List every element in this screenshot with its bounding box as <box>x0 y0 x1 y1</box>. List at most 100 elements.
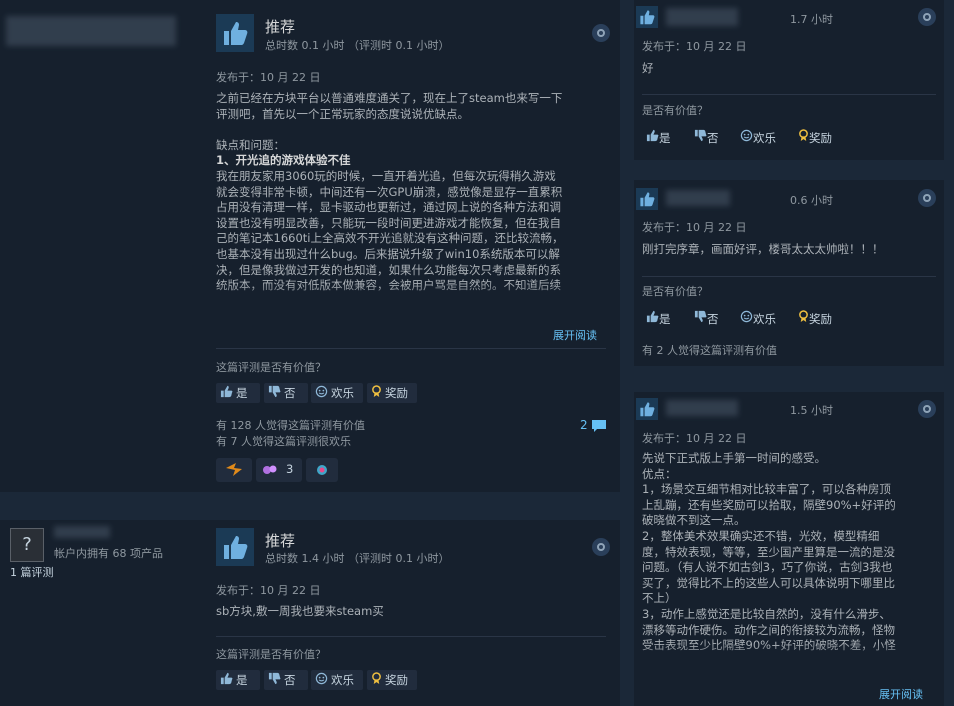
award-icon <box>371 671 382 691</box>
award-reaction[interactable] <box>306 458 338 482</box>
award-icon <box>371 384 382 404</box>
divider <box>216 636 606 637</box>
award-reaction[interactable]: 3 <box>256 458 302 482</box>
body-line: 评测吧，首先以一个正常玩家的态度说说优缺点。 <box>216 106 469 121</box>
body-line: 设置也没有明显改善，只能玩一段时间更进游戏才能恢复，但在我自 <box>216 215 561 230</box>
side-review-card: 0.6 小时 发布于：10 月 22 日 刚打完序章，画面好评，楼哥太太太帅啦！… <box>634 180 944 366</box>
smiley-icon <box>315 384 328 404</box>
body-line: 2，整体美术效果确实还不错，光效，模型精细 <box>642 528 880 543</box>
vote-funny-button[interactable]: 欢乐 <box>311 383 363 403</box>
body-line: 占用没有清理一样，显卡驱动也更新过，通过网上说的各种方法和调 <box>216 200 561 215</box>
award-label: 奖励 <box>809 312 832 326</box>
thumbs-up-icon <box>636 398 658 420</box>
vote-no-button[interactable]: 否 <box>264 670 308 690</box>
smiley-icon <box>315 671 328 691</box>
vote-yes-label: 是 <box>659 312 671 326</box>
award-button[interactable]: 奖励 <box>367 383 417 403</box>
review-hours: 1.5 小时 <box>790 404 833 417</box>
body-line: 优点： <box>642 466 677 481</box>
vote-no-label: 否 <box>284 673 296 687</box>
vote-yes-button[interactable]: 是 <box>216 670 260 690</box>
steam-logo-icon <box>918 8 936 26</box>
read-more-link[interactable]: 展开阅读 <box>553 327 597 343</box>
body-line: 之前已经在方块平台以普通难度通关了，现在上了steam也来写一下 <box>216 91 563 105</box>
body-line: 1、开光追的游戏体验不佳 <box>216 153 616 169</box>
steam-logo-icon <box>592 24 610 42</box>
review-body: 好 <box>642 61 654 75</box>
thumbs-down-icon <box>694 310 707 326</box>
vote-funny-label: 欢乐 <box>753 312 776 326</box>
review-posted-date: 发布于：10 月 22 日 <box>642 432 747 445</box>
thumbs-up-icon <box>646 310 659 326</box>
body-line: 也基本没有出现过什么bug。后来据说升级了win10系统版本可以解 <box>216 246 560 261</box>
vote-no-button[interactable]: 否 <box>694 129 719 146</box>
body-line: 决，但是像我做过开发的也知道，如果什么功能每次只考虑最新的系 <box>216 262 561 277</box>
thumbs-down-icon <box>268 671 281 691</box>
body-line: 先说下正式版上手第一时间的感受。 <box>642 451 826 465</box>
award-label: 奖励 <box>385 386 408 400</box>
vote-yes-button[interactable]: 是 <box>646 129 671 146</box>
thumbs-up-icon <box>636 188 658 210</box>
award-button[interactable]: 奖励 <box>798 310 832 327</box>
body-heading: 1、开光追的游戏体验不佳 <box>216 153 351 168</box>
review-posted-date: 发布于：10 月 22 日 <box>216 71 321 84</box>
body-fade <box>642 643 938 669</box>
award-icon <box>798 129 809 145</box>
divider <box>642 94 936 95</box>
smiley-icon <box>740 129 753 145</box>
body-fade <box>216 283 616 309</box>
funny-count: 有 7 人觉得这篇评测很欢乐 <box>216 435 351 448</box>
comment-count[interactable]: 2 <box>580 418 588 432</box>
reviewer-name-blurred <box>6 16 176 46</box>
body-line: 就会变得非常卡顿，中间还有一次GPU崩溃，感觉像是显存一直累积 <box>216 184 563 199</box>
divider <box>642 276 936 277</box>
vote-yes-button[interactable]: 是 <box>216 383 260 403</box>
reviewer-name-blurred <box>666 8 738 26</box>
body-line: 度，特效表现，等等，至少国产里算是一流的是没 <box>642 544 895 559</box>
thumbs-down-icon <box>268 384 281 404</box>
award-reaction[interactable] <box>216 458 252 482</box>
thumbs-up-icon <box>646 129 659 145</box>
body-line: 缺点和问题： <box>216 137 285 152</box>
award-label: 奖励 <box>385 673 408 687</box>
review-body: 之前已经在方块平台以普通难度通关了，现在上了steam也来写一下 评测吧，首先以… <box>216 91 616 309</box>
body-line: 3，动作上感觉还是比较自然的，没有什么滑步、 <box>642 606 891 621</box>
steam-logo-icon <box>918 189 936 207</box>
smiley-icon <box>740 310 753 326</box>
thumbs-up-icon <box>220 384 233 404</box>
award-button[interactable]: 奖励 <box>798 129 832 146</box>
reviewer-name-blurred <box>54 526 110 538</box>
body-line: 不上） <box>642 591 677 606</box>
award-icon <box>798 310 809 326</box>
body-line: 破晓做不到这一点。 <box>642 513 746 528</box>
review-posted-date: 发布于：10 月 22 日 <box>642 221 747 234</box>
divider <box>216 348 606 349</box>
vote-funny-button[interactable]: 欢乐 <box>311 670 363 690</box>
helpful-question: 这篇评测是否有价值？ <box>216 361 326 374</box>
orb-icon <box>317 465 327 475</box>
review-posted-date: 发布于：10 月 22 日 <box>642 40 747 53</box>
reviewer-avatar[interactable]: ? <box>10 528 44 562</box>
body-line: 问题。（有人说不如古剑3，巧了你说，古剑3我也 <box>642 560 893 575</box>
vote-funny-button[interactable]: 欢乐 <box>740 310 776 327</box>
vote-no-button[interactable]: 否 <box>264 383 308 403</box>
review-body: 先说下正式版上手第一时间的感受。 优点： 1，场景交互细节相对比较丰富了，可以各… <box>642 451 938 669</box>
comment-icon[interactable] <box>591 418 607 437</box>
avatar-placeholder: ? <box>22 534 32 555</box>
vote-funny-label: 欢乐 <box>331 386 354 400</box>
vote-yes-label: 是 <box>236 386 248 400</box>
flame-icon <box>226 463 242 476</box>
body-line: 己的笔记本1660ti上全高效不开光追就没有这种问题，还比较流畅， <box>216 231 564 246</box>
award-button[interactable]: 奖励 <box>367 670 417 690</box>
helpful-question: 是否有价值？ <box>642 104 708 117</box>
vote-no-button[interactable]: 否 <box>694 310 719 327</box>
award-label: 奖励 <box>809 131 832 145</box>
vote-funny-button[interactable]: 欢乐 <box>740 129 776 146</box>
helpful-question: 是否有价值？ <box>642 285 708 298</box>
review-count[interactable]: 1 篇评测 <box>10 565 54 580</box>
vote-yes-button[interactable]: 是 <box>646 310 671 327</box>
review-rating: 推荐 <box>265 18 296 36</box>
steam-logo-icon <box>918 400 936 418</box>
read-more-link[interactable]: 展开阅读 <box>879 686 923 702</box>
helpful-count: 有 128 人觉得这篇评测有价值 <box>216 419 365 432</box>
